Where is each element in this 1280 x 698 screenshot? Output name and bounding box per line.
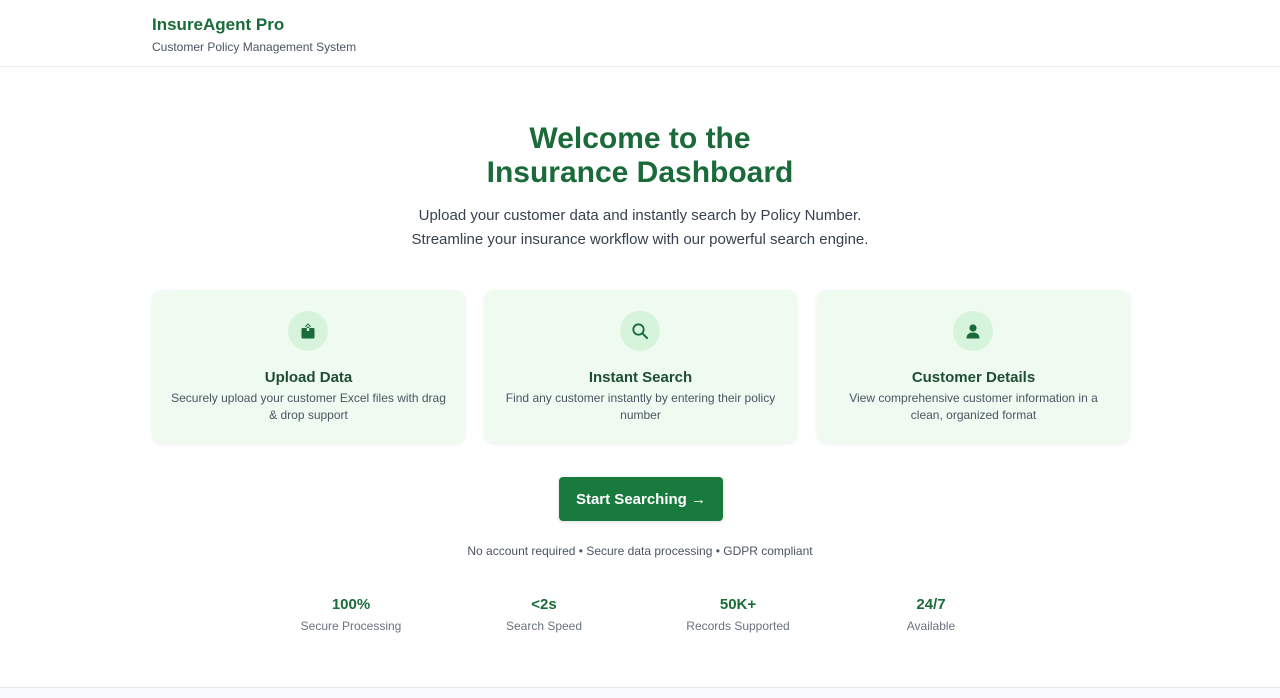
- feature-card-upload: Upload Data Securely upload your custome…: [152, 290, 465, 443]
- stat-search-speed: <2s Search Speed: [464, 596, 624, 634]
- top-header: InsureAgent Pro Customer Policy Manageme…: [0, 0, 1280, 67]
- upload-icon: [288, 311, 328, 351]
- stat-label: Secure Processing: [300, 619, 402, 633]
- stat-label: Search Speed: [505, 619, 583, 633]
- page-title: Welcome to the Insurance Dashboard: [0, 122, 1280, 190]
- feature-card-customer: Customer Details View comprehensive cust…: [817, 290, 1130, 443]
- app-title[interactable]: InsureAgent Pro: [152, 14, 356, 36]
- start-searching-button[interactable]: Start Searching →: [559, 477, 723, 521]
- hero-description-line-1: Upload your customer data and instantly …: [418, 207, 862, 224]
- stat-records-supported: 50K+ Records Supported: [658, 596, 818, 634]
- feature-card-description: Securely upload your customer Excel file…: [171, 391, 446, 422]
- user-icon: [953, 311, 993, 351]
- stat-availability: 24/7 Available: [851, 596, 1011, 634]
- page-bottom-divider: [0, 687, 1280, 698]
- feature-card-search: Instant Search Find any customer instant…: [484, 290, 797, 443]
- stat-value: 100%: [331, 596, 371, 613]
- trust-note: No account required • Secure data proces…: [467, 544, 813, 558]
- stat-label: Records Supported: [686, 619, 790, 633]
- feature-card-title: Upload Data: [264, 369, 353, 386]
- brand: InsureAgent Pro Customer Policy Manageme…: [152, 14, 356, 55]
- search-icon: [620, 311, 660, 351]
- feature-card-title: Instant Search: [588, 369, 693, 386]
- stat-value: <2s: [531, 596, 557, 613]
- stat-label: Available: [906, 619, 956, 633]
- hero-description-line-2: Streamline your insurance workflow with …: [411, 231, 869, 248]
- hero-description: Upload your customer data and instantly …: [0, 204, 1280, 252]
- feature-card-description: Find any customer instantly by entering …: [505, 391, 776, 422]
- stat-secure-processing: 100% Secure Processing: [271, 596, 431, 634]
- page-title-line-2: Insurance Dashboard: [486, 156, 794, 189]
- feature-card-description: View comprehensive customer information …: [849, 391, 1098, 422]
- feature-card-title: Customer Details: [911, 369, 1036, 386]
- stat-value: 50K+: [719, 596, 757, 613]
- stat-value: 24/7: [916, 596, 946, 613]
- app-subtitle: Customer Policy Management System: [152, 40, 357, 54]
- page-title-line-1: Welcome to the: [529, 122, 751, 155]
- feature-cards: Upload Data Securely upload your custome…: [152, 290, 1130, 443]
